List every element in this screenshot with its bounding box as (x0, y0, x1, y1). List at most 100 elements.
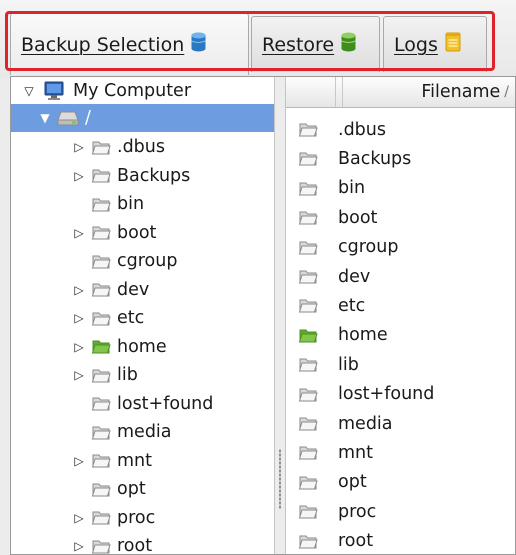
notepad-icon (445, 32, 461, 57)
list-item[interactable]: home (286, 321, 515, 350)
folder-icon (91, 452, 111, 469)
backup-selection-panel: ▽ My Computer ▼ / ▷ .dbus ▷ Backups bin … (10, 76, 516, 555)
expand-triangle-icon[interactable]: ▷ (71, 510, 87, 526)
list-item[interactable]: etc (286, 291, 515, 320)
expand-triangle-icon[interactable]: ▷ (71, 168, 87, 184)
expand-triangle-icon[interactable]: ▷ (71, 282, 87, 298)
folder-icon (91, 224, 111, 241)
tree-item[interactable]: lost+found (11, 390, 274, 418)
tree-item[interactable]: ▷ home (11, 333, 274, 361)
folder-icon (298, 386, 318, 403)
list-item[interactable]: lost+found (286, 380, 515, 409)
tree-item[interactable]: ▷ dev (11, 276, 274, 304)
list-item[interactable]: mnt (286, 438, 515, 467)
column-header-icon[interactable] (286, 77, 336, 107)
tree-item[interactable]: opt (11, 475, 274, 503)
database-blue-icon (191, 32, 206, 57)
folder-icon (298, 503, 318, 520)
expand-triangle-icon[interactable]: ▷ (71, 453, 87, 469)
tree-label: proc (117, 507, 156, 528)
hard-drive-icon (57, 109, 79, 127)
expand-triangle-icon[interactable]: ▷ (71, 339, 87, 355)
list-item[interactable]: Backups (286, 144, 515, 173)
list-item[interactable]: root (286, 527, 515, 554)
expand-triangle-icon[interactable]: ▷ (71, 310, 87, 326)
file-name: home (338, 325, 388, 346)
file-name: Backups (338, 148, 412, 169)
tab-logs[interactable]: Logs (383, 16, 487, 72)
tree-item[interactable]: cgroup (11, 247, 274, 275)
folder-icon (91, 424, 111, 441)
expand-triangle-icon[interactable]: ▷ (71, 225, 87, 241)
folder-icon (91, 196, 111, 213)
tree-label: dev (117, 279, 150, 300)
list-item[interactable]: bin (286, 174, 515, 203)
expanded-triangle-icon[interactable]: ▼ (37, 110, 53, 126)
folder-icon (298, 180, 318, 197)
folder-icon (91, 310, 111, 327)
tree-root-my-computer[interactable]: ▽ My Computer (11, 77, 274, 105)
folder-icon (298, 297, 318, 314)
tab-restore[interactable]: Restore (251, 16, 380, 72)
tree-item[interactable]: ▷ proc (11, 504, 274, 532)
list-item[interactable]: cgroup (286, 233, 515, 262)
tree-item[interactable]: ▷ etc (11, 304, 274, 332)
file-list[interactable]: Filename / .dbus Backups bin boot cgroup dev e… (286, 77, 515, 554)
folder-icon (91, 509, 111, 526)
folder-green-icon (298, 327, 318, 344)
tree-label: etc (117, 308, 145, 328)
expand-triangle-icon[interactable]: ▷ (71, 538, 87, 554)
list-item[interactable]: lib (286, 350, 515, 379)
tree-label: lost+found (117, 393, 214, 414)
pane-splitter[interactable] (274, 77, 286, 554)
list-item[interactable]: media (286, 409, 515, 438)
tree-drive-root[interactable]: ▼ / (11, 104, 274, 132)
folder-green-icon (91, 338, 111, 355)
tree-item[interactable]: ▷ mnt (11, 447, 274, 475)
tree-label: My Computer (73, 81, 192, 101)
file-name: root (338, 531, 374, 552)
file-name: etc (338, 295, 366, 316)
tab-label: Logs (394, 33, 438, 56)
list-item[interactable]: .dbus (286, 115, 515, 144)
app-window: Backup Selection Restore Logs ▽ My Compu… (0, 0, 516, 555)
tree-item[interactable]: ▷ .dbus (11, 133, 274, 161)
tree-label: opt (117, 479, 146, 499)
folder-icon (298, 268, 318, 285)
tree-item[interactable]: media (11, 418, 274, 446)
folder-icon (298, 239, 318, 256)
tree-label: mnt (117, 450, 152, 471)
tree-item[interactable]: ▷ root (11, 532, 274, 554)
file-name: lost+found (338, 384, 435, 405)
expand-triangle-icon[interactable]: ▷ (71, 367, 87, 383)
sort-indicator-icon: / (504, 84, 509, 100)
list-item[interactable]: opt (286, 468, 515, 497)
tab-backup-selection[interactable]: Backup Selection (10, 13, 249, 75)
file-name: lib (338, 354, 359, 375)
column-header-filename[interactable]: Filename / (342, 77, 515, 107)
folder-icon (298, 444, 318, 461)
tree-item[interactable]: ▷ boot (11, 219, 274, 247)
folder-icon (298, 415, 318, 432)
list-item[interactable]: boot (286, 203, 515, 232)
directory-tree[interactable]: ▽ My Computer ▼ / ▷ .dbus ▷ Backups bin … (11, 77, 274, 554)
list-item[interactable]: dev (286, 262, 515, 291)
tree-item[interactable]: ▷ lib (11, 361, 274, 389)
computer-icon (43, 81, 65, 101)
collapse-triangle-icon[interactable]: ▽ (21, 83, 37, 99)
expand-triangle-icon[interactable]: ▷ (71, 139, 87, 155)
file-name: boot (338, 207, 378, 228)
tree-item[interactable]: bin (11, 190, 274, 218)
tree-label: Backups (117, 165, 191, 186)
splitter-grip-icon (279, 449, 281, 509)
list-item[interactable]: proc (286, 497, 515, 526)
tree-item[interactable]: ▷ Backups (11, 162, 274, 190)
file-name: bin (338, 178, 366, 199)
folder-icon (298, 356, 318, 373)
tree-label: .dbus (117, 137, 165, 157)
tree-label: cgroup (117, 251, 178, 271)
